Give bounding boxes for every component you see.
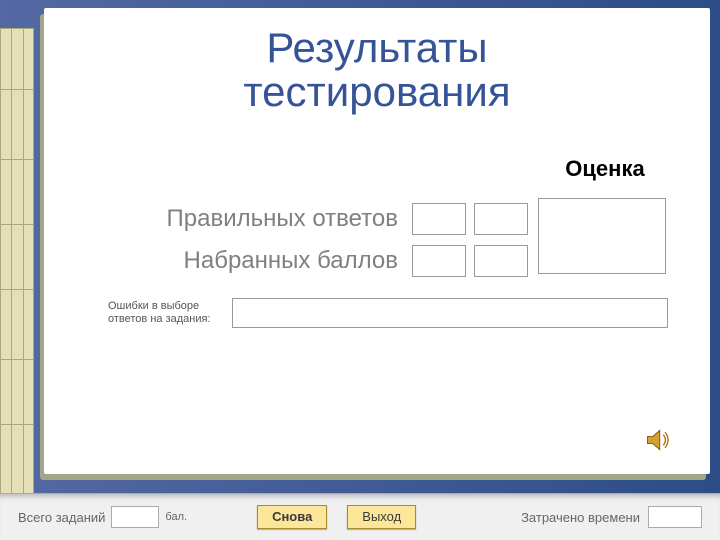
errors-label: Ошибки в выборе ответов на задания:	[108, 300, 228, 326]
row2-value-b	[474, 245, 528, 277]
panel: Результаты тестирования Оценка Правильны…	[44, 8, 710, 474]
page-title: Результаты тестирования	[44, 26, 710, 114]
slide: Результаты тестирования Оценка Правильны…	[0, 0, 720, 540]
errors-row: Ошибки в выборе ответов на задания:	[108, 298, 668, 328]
speaker-icon[interactable]	[644, 426, 672, 454]
row1-value-a	[412, 203, 466, 235]
exit-button[interactable]: Выход	[347, 505, 416, 529]
time-label: Затрачено времени	[521, 510, 640, 525]
errors-value-box	[232, 298, 668, 328]
row2-label: Набранных баллов	[108, 247, 404, 275]
total-label: Всего заданий	[18, 510, 105, 525]
row2-value-a	[412, 245, 466, 277]
results-table: Оценка Правильных ответов Набранных балл…	[108, 198, 668, 282]
unit-label: бал.	[165, 511, 187, 523]
title-line2: тестирования	[243, 68, 510, 115]
title-line1: Результаты	[266, 24, 487, 71]
row1-label: Правильных ответов	[108, 205, 404, 233]
footer-bar: Всего заданий бал. Снова Выход Затрачено…	[0, 493, 720, 540]
time-value-field	[648, 506, 702, 528]
left-decoration	[0, 28, 34, 508]
row1-value-b	[474, 203, 528, 235]
grade-value-box	[538, 198, 666, 274]
grade-header: Оценка	[540, 156, 670, 182]
again-button[interactable]: Снова	[257, 505, 327, 529]
total-value-field	[111, 506, 159, 528]
